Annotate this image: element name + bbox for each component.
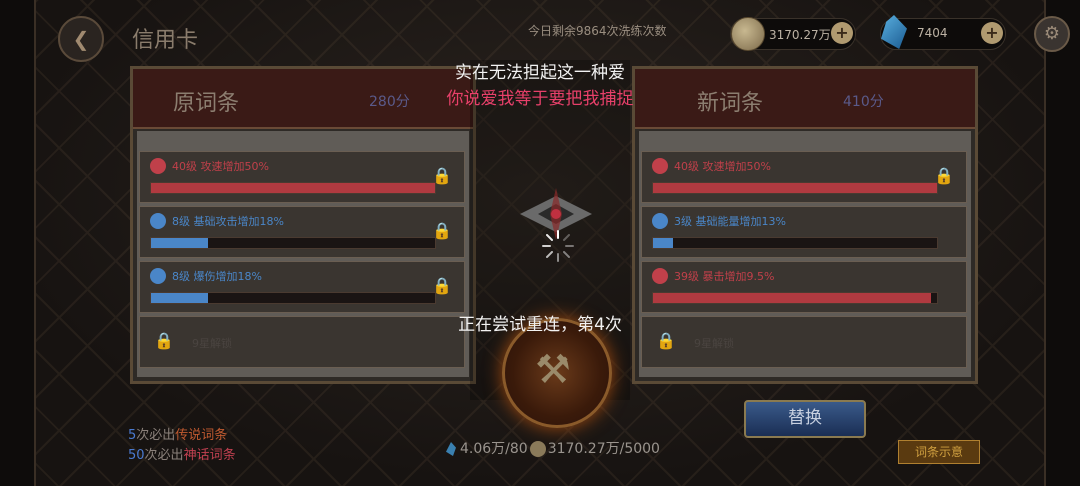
original-affix-panel: 原词条 280分 40级 攻速增加50% 🔒 8级 基础攻击增加18% 🔒 8级… <box>130 66 476 384</box>
coin-icon <box>529 441 546 457</box>
affix-text: 39级 暴击增加9.5% <box>674 270 775 283</box>
affix-text: 40级 攻速增加50% <box>172 160 269 173</box>
attack-speed-icon <box>150 158 166 174</box>
affix-text: 8级 爆伤增加18% <box>172 270 262 283</box>
reforge-cost: 4.06万/80 3170.27万/5000 <box>446 438 660 458</box>
coin-icon <box>731 17 765 51</box>
lyric-line-1: 实在无法担起这一种爱 <box>455 63 625 83</box>
affix-bar <box>150 292 436 304</box>
lock-icon[interactable]: 🔒 <box>432 166 452 185</box>
crit-damage-icon <box>150 268 166 284</box>
coin-value: 3170.27万 <box>769 28 831 42</box>
affix-row: 40级 攻速增加50% 🔒 <box>139 151 465 203</box>
add-coin-button[interactable]: + <box>831 22 853 44</box>
affix-row: 3级 基础能量增加13% <box>641 206 967 258</box>
affix-row: 40级 攻速增加50% 🔒 <box>641 151 967 203</box>
affix-bar <box>652 182 938 194</box>
replace-button[interactable]: 替换 <box>744 400 866 438</box>
legend-guarantee: 5次必出传说词条 <box>128 424 227 443</box>
coin-cost: 3170.27万/5000 <box>547 441 660 457</box>
affix-text: 3级 基础能量增加13% <box>674 215 786 228</box>
loading-spinner-icon <box>542 230 574 262</box>
unlock-text: 9星解锁 <box>192 337 232 350</box>
coin-resource: 3170.27万 + <box>730 17 856 51</box>
add-gem-button[interactable]: + <box>981 22 1003 44</box>
new-affix-panel: 新词条 410分 40级 攻速增加50% 🔒 3级 基础能量增加13% 39级 … <box>632 66 978 384</box>
affix-row: 8级 基础攻击增加18% 🔒 <box>139 206 465 258</box>
guarantee-text: 次必出 <box>136 428 176 443</box>
crit-icon <box>652 268 668 284</box>
myth-guarantee: 50次必出神话词条 <box>128 444 236 463</box>
reconnect-status: 正在尝试重连，第4次 <box>458 315 622 335</box>
affix-row: 39级 暴击增加9.5% <box>641 261 967 313</box>
back-arrow-icon: ❮ <box>72 27 90 51</box>
lock-icon[interactable]: 🔒 <box>432 221 452 240</box>
guarantee-text: 次必出 <box>144 448 184 463</box>
affix-text: 40级 攻速增加50% <box>674 160 771 173</box>
affix-text: 8级 基础攻击增加18% <box>172 215 284 228</box>
affix-row: 8级 爆伤增加18% 🔒 <box>139 261 465 313</box>
lock-icon[interactable]: 🔒 <box>432 276 452 295</box>
affix-bar <box>652 292 938 304</box>
gem-icon <box>446 442 456 456</box>
attack-icon <box>150 213 166 229</box>
gem-resource: 7404 + <box>880 15 1006 50</box>
lyric-line-2: 你说爱我等于要把我捕捉 <box>446 89 634 109</box>
page-title: 信用卡 <box>132 28 199 53</box>
gem-value: 7404 <box>917 26 948 40</box>
guarantee-tag: 传说词条 <box>175 428 228 443</box>
settings-button[interactable]: ⚙ <box>1034 16 1070 52</box>
affix-bar <box>652 237 938 249</box>
guarantee-tag: 神话词条 <box>183 448 236 463</box>
affix-bar <box>150 182 436 194</box>
gem-cost: 4.06万/80 <box>460 441 528 457</box>
guarantee-count: 50 <box>128 448 145 463</box>
unlock-text: 9星解锁 <box>694 337 734 350</box>
attack-speed-icon <box>652 158 668 174</box>
affix-example-button[interactable]: 词条示意 <box>898 440 980 464</box>
energy-icon <box>652 213 668 229</box>
affix-bar <box>150 237 436 249</box>
gear-icon: ⚙ <box>1043 23 1061 44</box>
remaining-count: 今日剩余9864次洗练次数 <box>528 24 667 38</box>
lock-icon[interactable]: 🔒 <box>934 166 954 185</box>
back-button[interactable]: ❮ <box>58 16 104 62</box>
hammer-icon: ⚒ <box>535 347 571 393</box>
